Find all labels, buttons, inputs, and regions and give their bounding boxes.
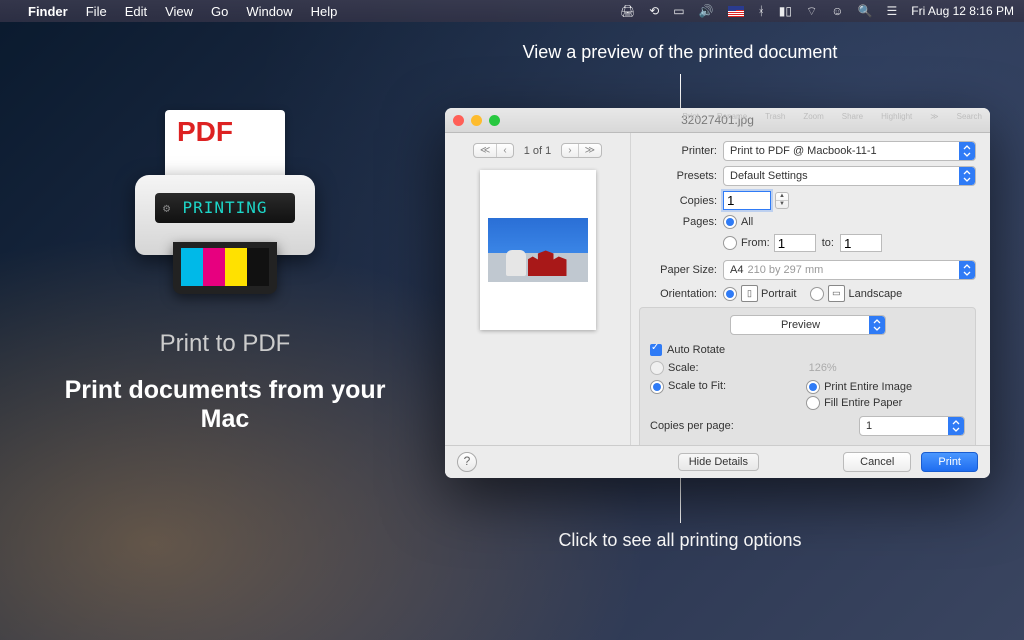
fill-entire-paper-label: Fill Entire Paper xyxy=(824,397,902,409)
page-thumbnail[interactable] xyxy=(480,170,596,330)
menu-window[interactable]: Window xyxy=(246,4,292,19)
papersize-label: Paper Size: xyxy=(639,264,723,276)
auto-rotate-label: Auto Rotate xyxy=(667,344,725,356)
background-toolbar: Print Rename Trash Zoom Share Highlight … xyxy=(682,112,982,122)
menu-view[interactable]: View xyxy=(165,4,193,19)
battery-icon[interactable]: ▮▯ xyxy=(779,4,792,18)
preview-prev-buttons[interactable]: ≪‹ xyxy=(473,143,514,158)
menu-file[interactable]: File xyxy=(86,4,107,19)
bluetooth-icon[interactable]: ᚼ xyxy=(758,4,765,18)
menubar-clock[interactable]: Fri Aug 12 8:16 PM xyxy=(911,4,1014,18)
scale-to-fit-label: Scale to Fit: xyxy=(668,380,726,392)
copies-per-page-label: Copies per page: xyxy=(650,420,734,432)
scale-value: 126% xyxy=(809,362,837,374)
orientation-label: Orientation: xyxy=(639,288,723,300)
landscape-icon: ▯ xyxy=(828,285,845,302)
user-icon[interactable]: ☺ xyxy=(831,4,843,18)
dialog-footer: ? Hide Details PDF Cancel Print xyxy=(445,445,990,478)
copies-per-page-select[interactable]: 1 xyxy=(859,416,965,436)
menubar: Finder File Edit View Go Window Help 🖨 ⟲… xyxy=(0,0,1024,22)
portrait-icon: ▯ xyxy=(741,285,758,302)
settings-pane: Printer: Print to PDF @ Macbook-11-1 Pre… xyxy=(631,133,990,447)
promo-subtitle: Print documents from your Mac xyxy=(50,376,400,434)
auto-rotate-checkbox[interactable] xyxy=(650,344,662,356)
callout-line-bottom xyxy=(680,478,681,523)
spotlight-icon[interactable]: 🔍 xyxy=(858,4,873,18)
scale-radio[interactable] xyxy=(650,361,664,375)
input-source-flag-icon[interactable] xyxy=(728,6,744,17)
landscape-label: Landscape xyxy=(848,288,902,300)
pages-label: Pages: xyxy=(639,216,723,228)
landscape-radio[interactable] xyxy=(810,287,824,301)
menu-go[interactable]: Go xyxy=(211,4,228,19)
preview-pane: ≪‹ 1 of 1 ›≫ xyxy=(445,133,631,447)
printer-label: Printer: xyxy=(639,145,723,157)
cancel-button[interactable]: Cancel xyxy=(843,452,911,472)
pages-from-label: From: xyxy=(741,237,770,249)
portrait-radio[interactable] xyxy=(723,287,737,301)
copies-label: Copies: xyxy=(639,195,723,207)
app-menu-name[interactable]: Finder xyxy=(28,4,68,19)
page-from-input[interactable] xyxy=(774,234,816,252)
pages-all-radio[interactable] xyxy=(723,215,737,229)
notification-center-icon[interactable]: ☰ xyxy=(887,4,898,18)
menu-edit[interactable]: Edit xyxy=(125,4,147,19)
presets-label: Presets: xyxy=(639,170,723,182)
copies-input[interactable] xyxy=(723,191,771,210)
promo-block: PDF PRINTING Print to PDF Print document… xyxy=(50,110,400,434)
presets-select[interactable]: Default Settings xyxy=(723,166,976,186)
hide-details-button[interactable]: Hide Details xyxy=(678,453,759,471)
titlebar[interactable]: 32027401.jpg Print Rename Trash Zoom Sha… xyxy=(445,108,990,133)
pdf-tag: PDF xyxy=(177,116,233,148)
pages-to-label: to: xyxy=(822,237,834,249)
print-dialog: 32027401.jpg Print Rename Trash Zoom Sha… xyxy=(445,108,990,478)
time-machine-icon[interactable]: ⟲ xyxy=(649,4,659,18)
print-button[interactable]: Print xyxy=(921,452,978,472)
dropdown-icon xyxy=(959,142,975,160)
copies-stepper[interactable]: ▲▼ xyxy=(775,192,789,209)
print-entire-image-label: Print Entire Image xyxy=(824,381,912,393)
page-to-input[interactable] xyxy=(840,234,882,252)
volume-icon[interactable]: 🔊 xyxy=(699,4,714,18)
promo-title: Print to PDF xyxy=(50,330,400,358)
page-indicator: 1 of 1 xyxy=(524,145,552,157)
app-options-select[interactable]: Preview xyxy=(730,315,886,335)
wifi-icon[interactable]: ⌔ xyxy=(806,4,817,19)
display-icon[interactable]: ▭ xyxy=(673,4,684,18)
photo-preview xyxy=(488,218,588,282)
printer-illustration: PDF PRINTING xyxy=(125,110,325,310)
pages-from-radio[interactable] xyxy=(723,236,737,250)
printer-status-icon[interactable]: 🖨 xyxy=(620,4,635,18)
printer-display: PRINTING xyxy=(155,193,295,223)
app-options-panel: Preview Auto Rotate Scale: 126% Scale to… xyxy=(639,307,976,449)
papersize-select[interactable]: A4210 by 297 mm xyxy=(723,260,976,280)
preview-next-buttons[interactable]: ›≫ xyxy=(561,143,602,158)
scale-label: Scale: xyxy=(668,362,699,374)
portrait-label: Portrait xyxy=(761,288,796,300)
pages-all-label: All xyxy=(741,216,753,228)
printer-select[interactable]: Print to PDF @ Macbook-11-1 xyxy=(723,141,976,161)
fill-entire-paper-radio[interactable] xyxy=(806,396,820,410)
callout-preview: View a preview of the printed document xyxy=(520,42,840,63)
callout-options: Click to see all printing options xyxy=(520,530,840,551)
menu-help[interactable]: Help xyxy=(311,4,338,19)
scale-to-fit-radio[interactable] xyxy=(650,380,664,394)
help-button[interactable]: ? xyxy=(457,452,477,472)
print-entire-image-radio[interactable] xyxy=(806,380,820,394)
